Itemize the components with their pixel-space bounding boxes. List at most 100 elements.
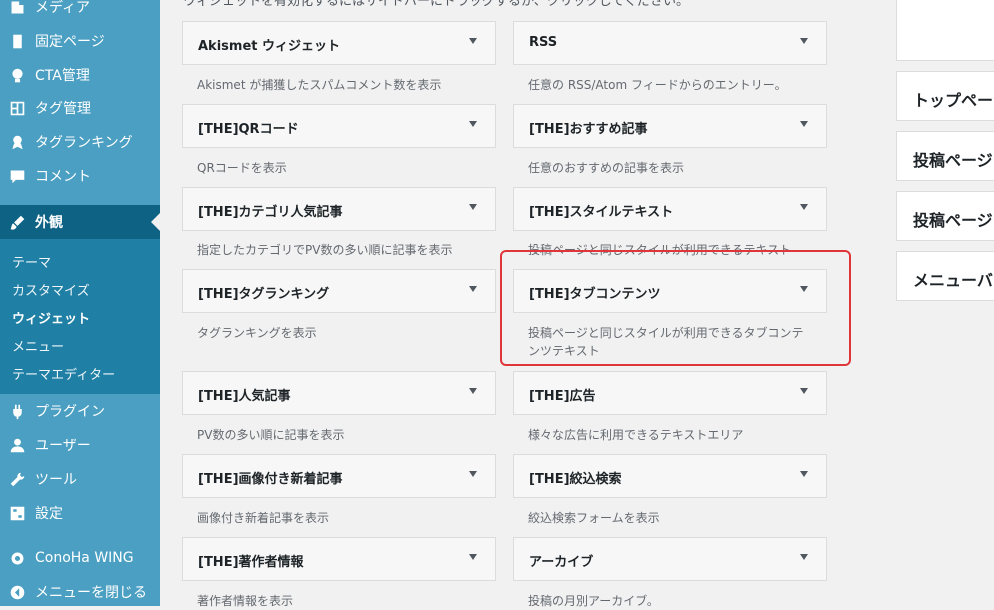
submenu-item-themes[interactable]: テーマ — [12, 252, 51, 271]
widget-description: Akismet が捕獲したスパムコメント数を表示 — [197, 78, 442, 92]
chevron-down-icon[interactable] — [469, 38, 477, 44]
sidebar-item-label: タグ管理 — [35, 101, 91, 117]
widget-description: QRコードを表示 — [197, 161, 287, 175]
page-icon — [8, 32, 26, 50]
widget-description: タグランキングを表示 — [197, 326, 317, 340]
submenu-item-customize[interactable]: カスタマイズ — [12, 280, 90, 299]
plugin-icon — [8, 402, 26, 420]
sidebar-item-label: タグランキング — [35, 135, 133, 151]
wrench-icon — [8, 470, 26, 488]
sidebar-item-label: 固定ページ — [35, 34, 105, 50]
collapse-menu-button[interactable]: メニューを閉じる — [0, 575, 160, 609]
widget-title: [THE]人気記事 — [198, 389, 291, 404]
widget-recommended[interactable]: [THE]おすすめ記事 — [513, 104, 827, 148]
widget-description: PV数の多い順に記事を表示 — [197, 428, 345, 442]
sidebar-item-label: CTA管理 — [35, 68, 90, 84]
widget-area-post-page-1[interactable]: 投稿ページ — [896, 131, 994, 181]
widget-akismet[interactable]: Akismet ウィジェット — [182, 21, 496, 65]
submenu-item-theme-editor[interactable]: テーマエディター — [12, 364, 115, 383]
widget-title: [THE]カテゴリ人気記事 — [198, 205, 343, 220]
widget-area-title: 投稿ページ — [913, 211, 993, 230]
widget-description: 任意の RSS/Atom フィードからのエントリー。 — [528, 78, 787, 92]
sidebar-item-label: メディア — [35, 0, 91, 16]
widget-area-title: トップページ — [913, 91, 994, 110]
widget-category-popular[interactable]: [THE]カテゴリ人気記事 — [182, 187, 496, 231]
chevron-down-icon[interactable] — [469, 471, 477, 477]
widget-description: 絞込検索フォームを表示 — [528, 511, 660, 525]
widget-description: 投稿の月別アーカイブ。 — [528, 594, 659, 608]
widget-archives[interactable]: アーカイブ — [513, 537, 827, 581]
sidebar-item-comments[interactable]: コメント — [0, 159, 160, 193]
widget-title: [THE]著作者情報 — [198, 555, 304, 570]
widget-popular-posts[interactable]: [THE]人気記事 — [182, 371, 496, 415]
appearance-submenu: テーマ カスタマイズ ウィジェット メニュー テーマエディター — [0, 239, 160, 394]
sidebar-item-label: 設定 — [35, 506, 63, 522]
widget-area-menubar[interactable]: メニューバー — [896, 251, 994, 301]
chevron-down-icon[interactable] — [800, 471, 808, 477]
sidebar-item-media[interactable]: メディア — [0, 0, 160, 24]
chevron-down-icon[interactable] — [800, 121, 808, 127]
widget-author-info[interactable]: [THE]著作者情報 — [182, 537, 496, 581]
chevron-down-icon[interactable] — [469, 204, 477, 210]
widget-title: [THE]絞込検索 — [529, 472, 622, 487]
widget-description: 指定したカテゴリでPV数の多い順に記事を表示 — [197, 243, 453, 257]
sidebar-item-conoha[interactable]: ConoHa WING — [0, 541, 160, 575]
widget-title: [THE]タグランキング — [198, 287, 330, 302]
sidebar-item-label: 外観 — [35, 215, 63, 231]
chevron-down-icon[interactable] — [800, 388, 808, 394]
sidebar-item-plugins[interactable]: プラグイン — [0, 394, 160, 428]
submenu-item-menus[interactable]: メニュー — [12, 336, 64, 355]
collapse-icon — [8, 583, 26, 601]
admin-sidebar: メディア 固定ページ CTA管理 タグ管理 タグランキング コメント 外観 テー… — [0, 0, 160, 606]
widget-ad[interactable]: [THE]広告 — [513, 371, 827, 415]
sidebar-item-pages[interactable]: 固定ページ — [0, 24, 160, 58]
sidebar-item-label: プラグイン — [35, 404, 105, 420]
chevron-down-icon[interactable] — [469, 554, 477, 560]
sidebar-item-users[interactable]: ユーザー — [0, 428, 160, 462]
sidebar-item-label: ConoHa WING — [35, 550, 134, 566]
sidebar-item-label: コメント — [35, 169, 91, 185]
widget-tag-ranking[interactable]: [THE]タグランキング — [182, 269, 496, 313]
widget-title: [THE]画像付き新着記事 — [198, 472, 343, 487]
chevron-down-icon[interactable] — [800, 554, 808, 560]
widget-title: Akismet ウィジェット — [198, 39, 341, 54]
widget-title: [THE]スタイルテキスト — [529, 205, 674, 220]
lightbulb-icon — [8, 66, 26, 84]
sidebar-item-tags[interactable]: タグ管理 — [0, 91, 160, 125]
settings-icon — [8, 504, 26, 522]
chevron-down-icon[interactable] — [469, 286, 477, 292]
brush-icon — [8, 213, 26, 231]
widget-new-posts-images[interactable]: [THE]画像付き新着記事 — [182, 454, 496, 498]
sidebar-item-label: ツール — [35, 472, 77, 488]
widget-title: [THE]広告 — [529, 389, 596, 404]
widget-description: 著作者情報を表示 — [197, 594, 294, 608]
widget-filter-search[interactable]: [THE]絞込検索 — [513, 454, 827, 498]
chevron-down-icon[interactable] — [469, 121, 477, 127]
widget-area-post-page-2[interactable]: 投稿ページ — [896, 191, 994, 241]
sidebar-item-cta[interactable]: CTA管理 — [0, 58, 160, 92]
sidebar-item-settings[interactable]: 設定 — [0, 496, 160, 530]
widget-style-text[interactable]: [THE]スタイルテキスト — [513, 187, 827, 231]
widget-rss[interactable]: RSS — [513, 21, 827, 65]
chevron-down-icon[interactable] — [469, 388, 477, 394]
widgets-hint-text: ウィジェットを有効化するにはサイドバーにドラッグするか、クリックしてください。 — [183, 0, 689, 9]
sidebar-item-label: メニューを閉じる — [35, 585, 147, 601]
media-icon — [8, 0, 26, 16]
chevron-down-icon[interactable] — [800, 204, 808, 210]
widget-description: 画像付き新着記事を表示 — [197, 511, 330, 525]
chevron-down-icon[interactable] — [800, 38, 808, 44]
award-icon — [8, 133, 26, 151]
user-icon — [8, 436, 26, 454]
widget-title: アーカイブ — [529, 555, 594, 570]
widget-area-empty — [896, 0, 994, 61]
widget-qrcode[interactable]: [THE]QRコード — [182, 104, 496, 148]
sidebar-item-tools[interactable]: ツール — [0, 462, 160, 496]
sidebar-item-appearance[interactable]: 外観 — [0, 205, 160, 239]
widget-description: 任意のおすすめの記事を表示 — [528, 161, 685, 175]
comment-icon — [8, 167, 26, 185]
current-indicator — [151, 213, 160, 231]
widget-area-top-page[interactable]: トップページ — [896, 71, 994, 121]
submenu-item-widgets[interactable]: ウィジェット — [12, 308, 90, 327]
sidebar-item-tag-ranking[interactable]: タグランキング — [0, 125, 160, 159]
layout-icon — [8, 99, 26, 117]
